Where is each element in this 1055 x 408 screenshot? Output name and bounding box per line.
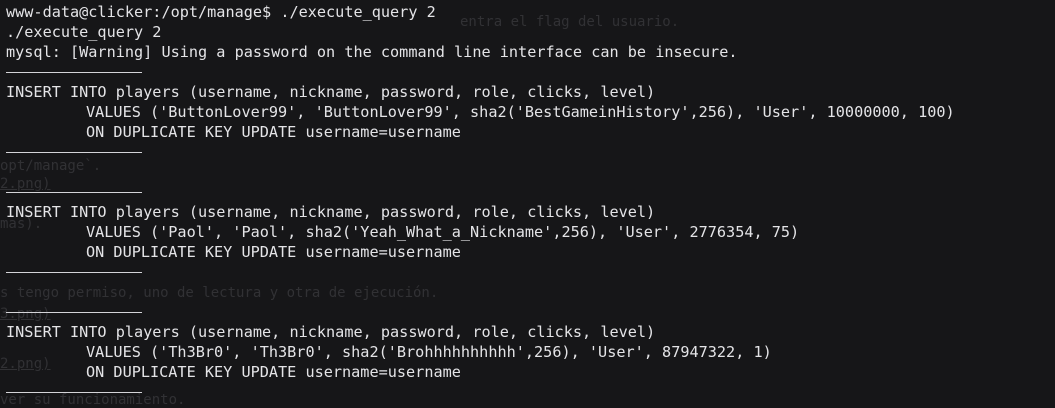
query-insert: INSERT INTO players (username, nickname,…: [6, 323, 656, 341]
query-on-duplicate: ON DUPLICATE KEY UPDATE username=usernam…: [86, 363, 461, 381]
query-on-duplicate: ON DUPLICATE KEY UPDATE username=usernam…: [86, 243, 461, 261]
typed-command: ./execute_query 2: [271, 3, 436, 21]
separator-line: [6, 182, 1055, 202]
separator-line: [6, 62, 1055, 82]
query-values: VALUES ('ButtonLover99', 'ButtonLover99'…: [86, 103, 955, 121]
separator-line: [6, 142, 1055, 162]
separator-line: [6, 302, 1055, 322]
query-insert: INSERT INTO players (username, nickname,…: [6, 83, 656, 101]
prompt-line: www-data@clicker:/opt/manage$ ./execute_…: [6, 2, 1055, 22]
separator-line: [6, 262, 1055, 282]
shell-prompt: www-data@clicker:/opt/manage$: [6, 3, 272, 21]
terminal-output: www-data@clicker:/opt/manage$ ./execute_…: [6, 2, 1055, 402]
separator-line: [6, 382, 1055, 402]
query-insert: INSERT INTO players (username, nickname,…: [6, 203, 656, 221]
query-values: VALUES ('Paol', 'Paol', sha2('Yeah_What_…: [86, 223, 800, 241]
terminal-window[interactable]: entra el flag del usuario. opt/manage`. …: [0, 0, 1055, 408]
query-on-duplicate: ON DUPLICATE KEY UPDATE username=usernam…: [86, 123, 461, 141]
query-values: VALUES ('Th3Br0', 'Th3Br0', sha2('Brohhh…: [86, 343, 772, 361]
command-echo: ./execute_query 2: [6, 23, 162, 41]
mysql-warning: mysql: [Warning] Using a password on the…: [6, 43, 738, 61]
